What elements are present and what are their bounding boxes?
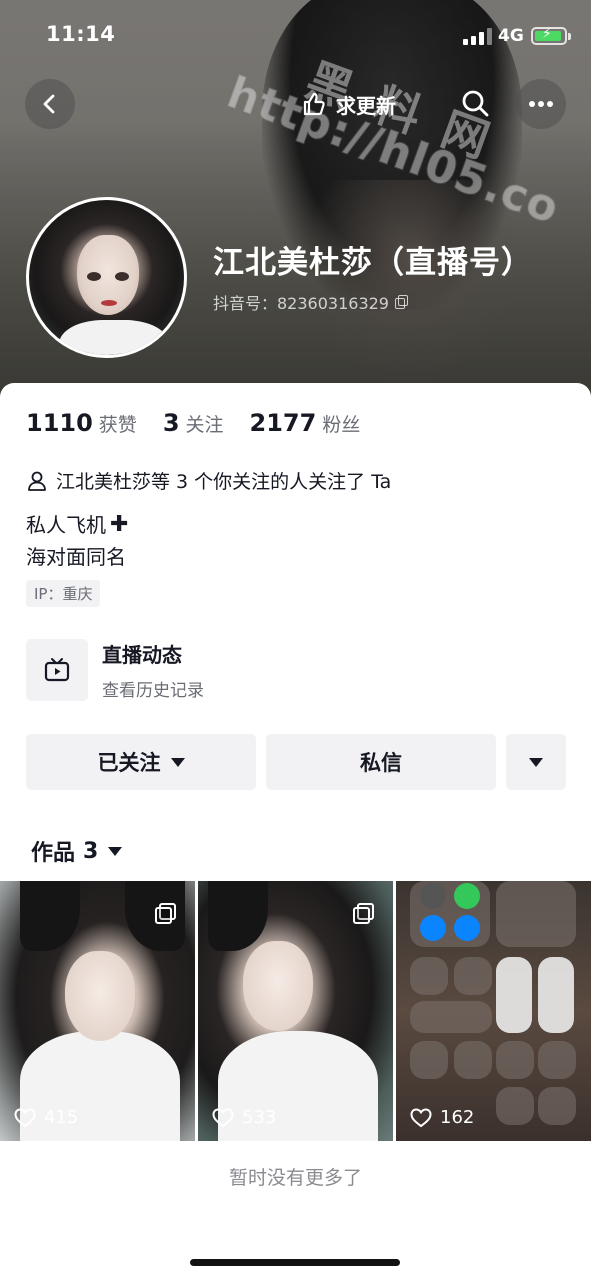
ip-location-tag: IP：重庆	[26, 580, 101, 607]
likes-value: 533	[242, 1107, 277, 1128]
live-icon-box	[26, 639, 88, 701]
avatar[interactable]	[26, 197, 187, 358]
search-icon	[462, 90, 489, 117]
profile-name: 江北美杜莎（直播号）	[213, 245, 533, 281]
request-update-label: 求更新	[336, 93, 396, 118]
bio: 私人飞机 ✚ 海对面同名	[26, 509, 128, 573]
heart-icon	[212, 1107, 234, 1127]
video-thumbnail[interactable]: 533	[198, 881, 393, 1141]
thumbs-up-icon	[303, 92, 325, 116]
heart-icon	[14, 1107, 36, 1127]
plus-icon: ✚	[110, 512, 129, 537]
heart-icon	[410, 1107, 432, 1127]
likes-value: 415	[44, 1107, 79, 1128]
signal-icon	[463, 27, 493, 45]
stat-following[interactable]: 3 关注	[163, 409, 224, 437]
stat-likes[interactable]: 1110 获赞	[26, 409, 137, 437]
following-button[interactable]: 已关注	[26, 734, 256, 790]
profile-cover: 黑料网 http://hl05.co 11:14 4G ⚡ 求更新 江北美杜莎（…	[0, 0, 591, 410]
live-card-title: 直播动态	[102, 643, 182, 667]
stat-label: 粉丝	[322, 414, 361, 436]
multi-image-icon	[155, 903, 177, 925]
bio-line-1: 私人飞机	[26, 513, 106, 537]
stat-value: 2177	[249, 409, 317, 437]
mutual-followers[interactable]: 江北美杜莎等 3 个你关注的人关注了 Ta	[26, 467, 391, 494]
stats-row: 1110 获赞 3 关注 2177 粉丝	[26, 409, 386, 437]
stat-label: 获赞	[98, 414, 137, 436]
video-thumbnail[interactable]: 162	[396, 881, 591, 1141]
stat-label: 关注	[185, 414, 224, 436]
video-thumbnail[interactable]: 415	[0, 881, 195, 1141]
request-update-button[interactable]: 求更新	[298, 86, 396, 122]
works-count: 3	[83, 838, 99, 864]
recommend-dropdown-button[interactable]	[506, 734, 566, 790]
person-icon	[28, 471, 46, 491]
tv-icon	[44, 658, 70, 682]
no-more-text: 暂时没有更多了	[228, 1167, 362, 1189]
douyin-id[interactable]: 抖音号：82360316329	[213, 290, 409, 314]
battery-icon: ⚡	[531, 26, 571, 45]
multi-image-icon	[353, 903, 375, 925]
status-bar: 11:14 4G ⚡	[0, 0, 591, 70]
caret-down-icon	[108, 846, 123, 856]
stat-value: 3	[162, 409, 180, 437]
message-button[interactable]: 私信	[266, 734, 496, 790]
stat-value: 1110	[26, 409, 93, 437]
live-card-subtitle: 查看历史记录	[102, 681, 204, 701]
status-time: 11:14	[46, 22, 116, 46]
message-label: 私信	[360, 751, 402, 775]
bio-line-2: 海对面同名	[26, 545, 126, 569]
caret-down-icon	[529, 757, 543, 767]
stat-followers[interactable]: 2177 粉丝	[250, 409, 361, 437]
caret-down-icon	[170, 757, 185, 767]
copy-icon[interactable]	[394, 295, 409, 309]
more-options-button[interactable]	[516, 79, 566, 129]
douyin-id-text: 抖音号：82360316329	[213, 294, 389, 313]
mutual-followers-text: 江北美杜莎等 3 个你关注的人关注了 Ta	[56, 471, 392, 493]
live-history-card[interactable]: 直播动态 查看历史记录	[26, 639, 204, 701]
search-button[interactable]	[455, 80, 495, 126]
following-label: 已关注	[97, 751, 161, 775]
home-indicator[interactable]	[190, 1259, 400, 1266]
likes-count: 162	[410, 1107, 474, 1128]
likes-count: 533	[212, 1107, 276, 1128]
network-type: 4G	[498, 26, 524, 46]
likes-count: 415	[14, 1107, 78, 1128]
action-buttons: 已关注 私信	[26, 734, 566, 790]
back-button[interactable]	[25, 79, 75, 129]
profile-panel: 1110 获赞 3 关注 2177 粉丝 江北美杜莎等 3 个你关注的人关注了 …	[0, 383, 591, 1280]
tab-works[interactable]: 作品 3	[31, 835, 123, 867]
ellipsis-icon	[529, 101, 553, 107]
likes-value: 162	[440, 1107, 475, 1128]
chevron-left-icon	[43, 94, 55, 114]
works-label: 作品	[31, 841, 76, 866]
video-grid: 415 533 162	[0, 881, 591, 1141]
